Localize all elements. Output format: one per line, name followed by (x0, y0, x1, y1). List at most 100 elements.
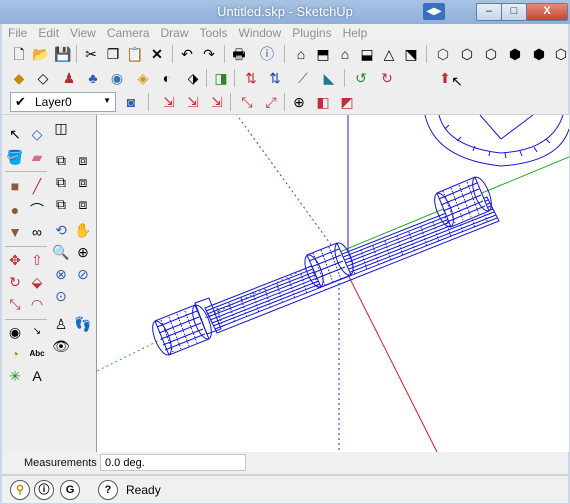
redo-icon[interactable]: ↷ (200, 45, 218, 63)
print-icon[interactable]: 🖶 (230, 45, 248, 63)
move-icon[interactable]: ✥ (6, 251, 24, 269)
section-cut-icon[interactable]: ◧ (314, 93, 332, 111)
text-tool-icon[interactable]: Abc (28, 345, 46, 363)
protractor-icon[interactable]: ◔ (6, 345, 24, 363)
shadow-settings-icon[interactable]: ⇲ (160, 93, 178, 111)
user-account-icon[interactable]: G (60, 480, 80, 500)
polygon-icon[interactable]: ▼ (6, 223, 24, 241)
arc-icon[interactable]: ⌒ (28, 201, 46, 219)
drape-icon[interactable]: ◉ (108, 69, 126, 87)
close-button[interactable]: X (526, 3, 568, 21)
walk-footprints-icon[interactable]: 👣 (74, 315, 92, 333)
paint-bucket-icon[interactable]: 🪣 (6, 148, 24, 166)
flip-edge-icon[interactable]: ◐ (158, 69, 176, 87)
rotate-cw-icon[interactable]: ↻ (378, 69, 396, 87)
menu-edit[interactable]: Edit (32, 24, 64, 40)
smoove-icon[interactable]: ♟ (60, 69, 78, 87)
unlock-icon[interactable]: ⧈ (74, 173, 92, 191)
menu-draw[interactable]: Draw (155, 24, 194, 40)
measurements-input[interactable]: 0.0 deg. (100, 454, 246, 471)
minimize-button[interactable]: – (476, 3, 502, 21)
scale-tool-icon[interactable]: ⤡ (6, 295, 24, 313)
xray-style-icon[interactable]: ⬡ (434, 45, 452, 63)
model-info-icon[interactable]: ⓘ (258, 45, 276, 63)
zoom-extents-icon[interactable]: ⊗ (52, 265, 70, 283)
drawing-viewport[interactable] (96, 115, 569, 452)
line-pencil-icon[interactable]: ╱ (28, 177, 46, 195)
look-around-eye-icon[interactable]: 👁 (52, 337, 70, 355)
walkthrough-icon[interactable]: ⬗ (184, 69, 202, 87)
select-arrow-icon[interactable]: ↖ (6, 125, 24, 143)
pan-hand-icon[interactable]: ✋ (74, 221, 92, 239)
layer-manager-icon[interactable]: ◙ (122, 93, 140, 111)
sandbox-from-scratch-icon[interactable]: ◇ (34, 69, 52, 87)
menu-view[interactable]: View (64, 24, 101, 40)
wireframe-style-icon[interactable]: ⬡ (458, 45, 476, 63)
flip-along-blue-icon[interactable]: ⇅ (266, 69, 284, 87)
lock-icon[interactable]: ⧉ (52, 173, 70, 191)
unhide-icon[interactable]: ⧈ (74, 195, 92, 213)
position-camera-icon[interactable]: ♙ (52, 315, 70, 333)
menu-plugins[interactable]: Plugins (286, 24, 336, 40)
section-fill-icon[interactable]: ◩ (338, 93, 356, 111)
hidden-line-style-icon[interactable]: ⬡ (482, 45, 500, 63)
section-plane-icon[interactable]: ◨ (212, 69, 230, 87)
group-icon[interactable]: ⧉ (52, 151, 70, 169)
circle-icon[interactable]: ● (6, 201, 24, 219)
rectangle-icon[interactable]: ■ (6, 177, 24, 195)
save-icon[interactable]: 💾 (54, 45, 72, 63)
shaded-textures-style-icon[interactable]: ⬢ (530, 45, 548, 63)
previous-view-icon[interactable]: ⊘ (74, 265, 92, 283)
maximize-button[interactable]: □ (501, 3, 527, 21)
components-icon[interactable]: ◫ (52, 119, 70, 137)
stamp-icon[interactable]: ♣ (84, 69, 102, 87)
tape-measure-icon[interactable]: ◉ (6, 323, 24, 341)
cut-icon[interactable]: ✂ (82, 45, 100, 63)
top-view-icon[interactable]: ⬒ (314, 45, 332, 63)
eraser-icon[interactable]: ▰ (28, 148, 46, 166)
iso-view-icon[interactable]: ⌂ (292, 45, 310, 63)
orbit-icon[interactable]: ⟲ (52, 221, 70, 239)
flip-along-red-icon[interactable]: ⇅ (242, 69, 260, 87)
next-view-icon[interactable]: ⊙ (52, 287, 70, 305)
sandbox-from-contours-icon[interactable]: ◆ (10, 69, 28, 87)
copy-icon[interactable]: ❐ (104, 45, 122, 63)
3d-text-icon[interactable]: A (28, 367, 46, 385)
push-pull-icon[interactable]: ⇧ (28, 251, 46, 269)
model-canvas[interactable] (97, 115, 569, 452)
menu-tools[interactable]: Tools (194, 24, 233, 40)
shaded-style-icon[interactable]: ⬢ (506, 45, 524, 63)
axes-icon[interactable]: ✳ (6, 367, 24, 385)
window-nav-arrows[interactable]: ◀▶ (423, 3, 445, 20)
geo-location-icon[interactable]: ⚲ (10, 480, 30, 500)
menu-help[interactable]: Help (337, 24, 373, 40)
rotate-ccw-icon[interactable]: ↺ (352, 69, 370, 87)
new-file-icon[interactable]: 🗋 (10, 45, 28, 63)
front-view-icon[interactable]: ⌂ (336, 45, 354, 63)
follow-me-icon[interactable]: ◣ (320, 69, 338, 87)
menu-window[interactable]: Window (233, 24, 287, 40)
add-detail-icon[interactable]: ◈ (134, 69, 152, 87)
back-view-icon[interactable]: △ (380, 45, 398, 63)
help-icon[interactable]: ? (98, 480, 118, 500)
layer-select[interactable]: ✔ Layer0 ▼ (10, 92, 116, 112)
transform-icon[interactable]: ⤡ (238, 93, 256, 111)
open-folder-icon[interactable]: 📂 (32, 45, 50, 63)
monochrome-style-icon[interactable]: ⬡ (552, 45, 570, 63)
left-view-icon[interactable]: ⬔ (402, 45, 420, 63)
solid-tools-icon[interactable]: ⟋ (294, 69, 312, 87)
offset-icon[interactable]: ◠ (28, 295, 46, 313)
right-view-icon[interactable]: ⬓ (358, 45, 376, 63)
menu-camera[interactable]: Camera (101, 24, 155, 40)
dimension-icon[interactable]: ↘ (28, 323, 46, 341)
zoom-icon[interactable]: 🔍 (52, 243, 70, 261)
fog-icon[interactable]: ⇲ (184, 93, 202, 111)
scale-icon[interactable]: ⤢ (262, 93, 280, 111)
freehand-icon[interactable]: ∞ (28, 223, 46, 241)
rotate-icon[interactable]: ↻ (6, 273, 24, 291)
zoom-window-icon[interactable]: ⊕ (74, 243, 92, 261)
north-arrow-icon[interactable]: ⇲ (208, 93, 226, 111)
paste-icon[interactable]: 📋 (126, 45, 144, 63)
follow-me-tool-icon[interactable]: ⬙ (28, 273, 46, 291)
make-component-icon[interactable]: ◇ (28, 125, 46, 143)
